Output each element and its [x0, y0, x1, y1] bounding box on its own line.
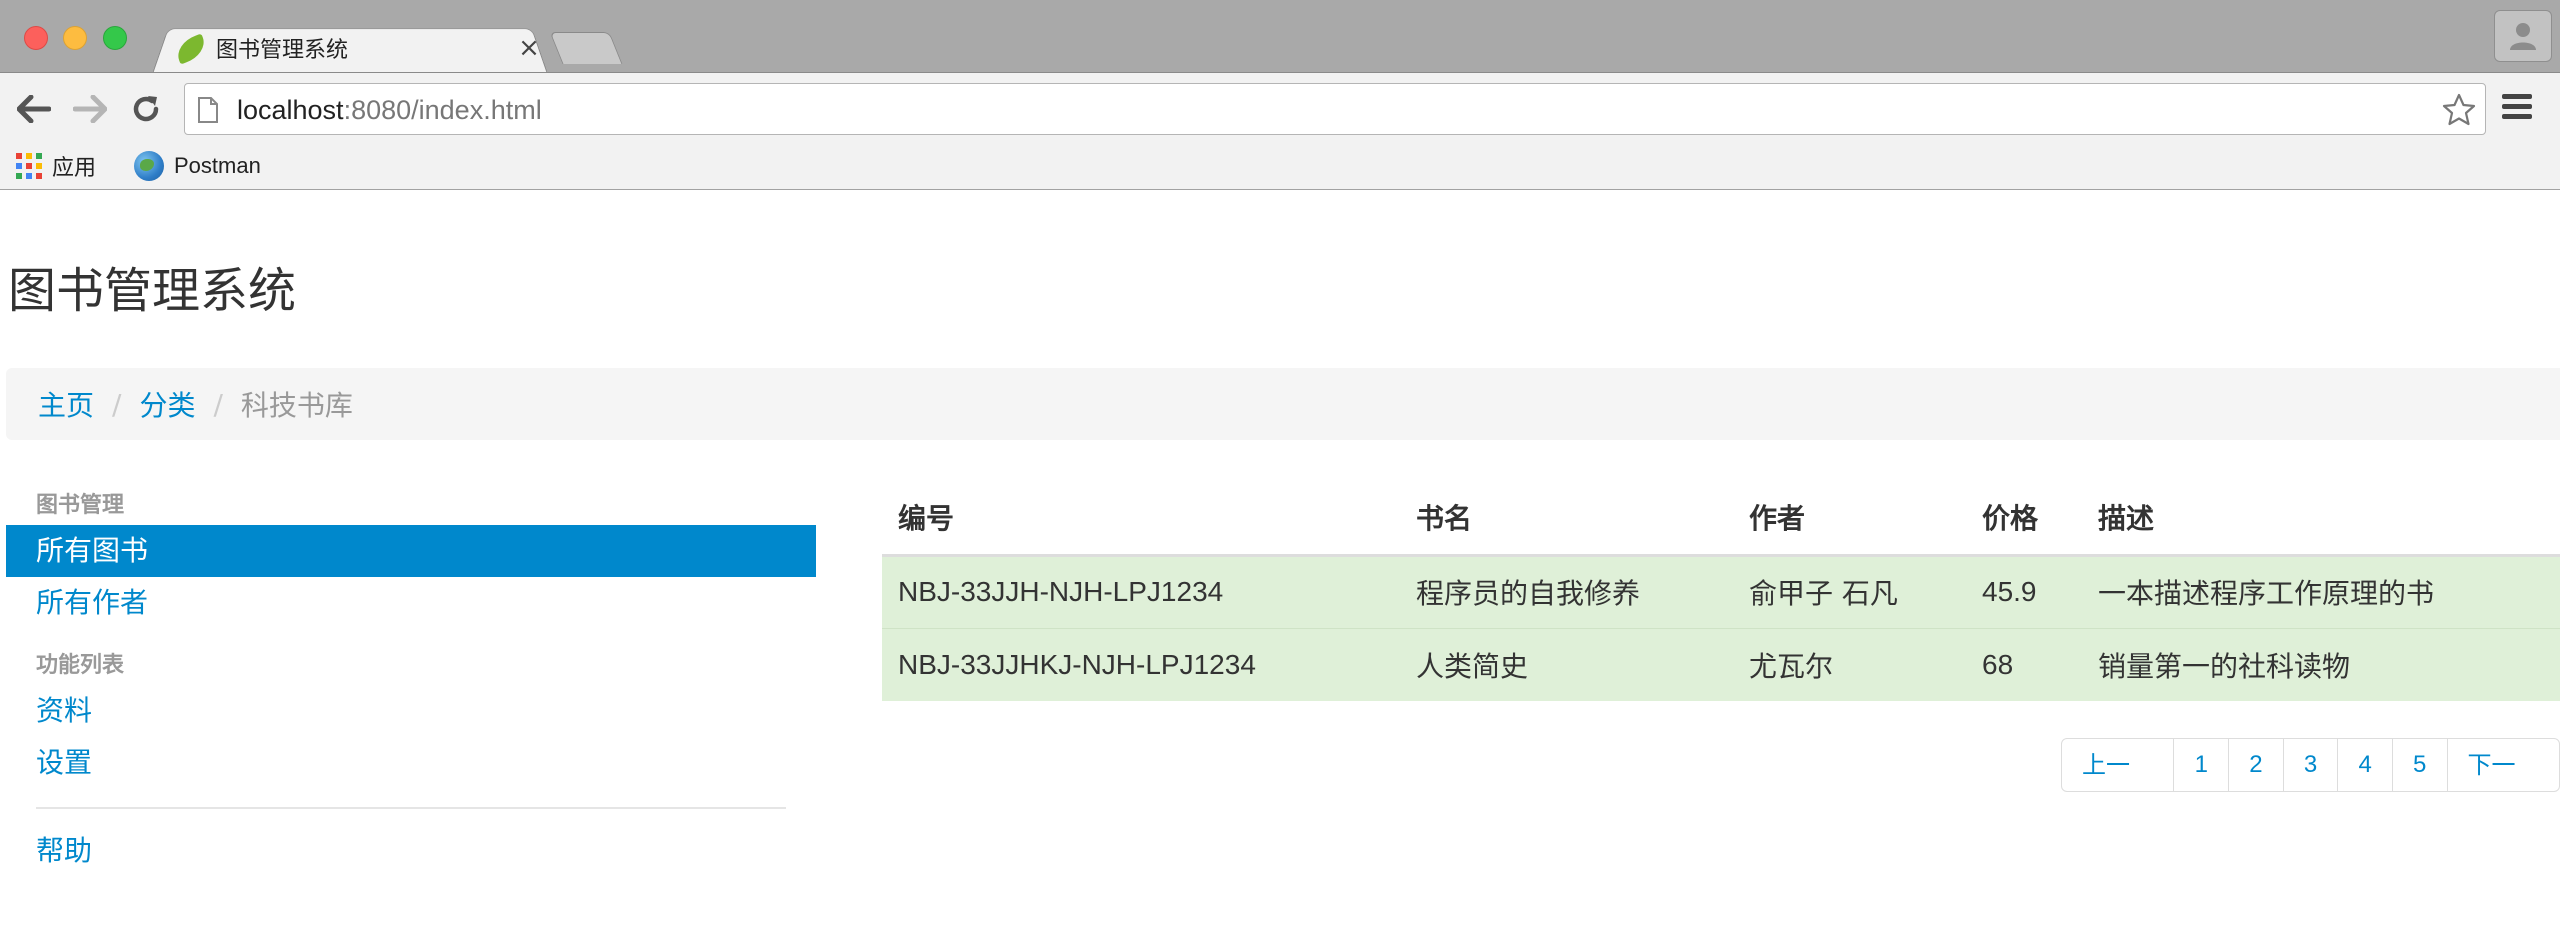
- books-table-container: 编号 书名 作者 价格 描述 NBJ-33JJH-NJH-LPJ1234 程序员…: [882, 481, 2560, 701]
- pagination-page-3[interactable]: 3: [2282, 739, 2338, 791]
- page-content: 图书管理系统 主页 / 分类 / 科技书库 图书管理 所有图书 所有作者 功能列…: [0, 191, 2560, 932]
- nav-divider: [36, 807, 786, 809]
- cell-desc: 一本描述程序工作原理的书: [2082, 554, 2560, 628]
- tab-close-icon[interactable]: ×: [514, 33, 544, 63]
- hamburger-menu-icon: [2502, 94, 2532, 119]
- sidebar-item-all-authors[interactable]: 所有作者: [6, 577, 816, 629]
- column-header-author: 作者: [1733, 481, 1966, 557]
- cell-name: 人类简史: [1400, 627, 1733, 701]
- breadcrumb-current: 科技书库: [240, 389, 353, 422]
- url-path: :8080/index.html: [343, 95, 542, 125]
- sidebar-nav: 图书管理 所有图书 所有作者 功能列表 资料 设置 帮助: [6, 487, 816, 877]
- arrow-left-icon: [17, 95, 51, 123]
- zoom-window-button[interactable]: [103, 26, 127, 50]
- reload-button[interactable]: [126, 89, 166, 129]
- table-row[interactable]: NBJ-33JJH-NJH-LPJ1234 程序员的自我修养 俞甲子 石凡 45…: [882, 554, 2560, 628]
- column-header-name: 书名: [1400, 481, 1733, 557]
- column-header-desc: 描述: [2082, 481, 2560, 557]
- page-icon: [198, 97, 218, 123]
- pagination-page-2[interactable]: 2: [2228, 739, 2283, 791]
- table-row[interactable]: NBJ-33JJHKJ-NJH-LPJ1234 人类简史 尤瓦尔 68 销量第一…: [882, 627, 2560, 701]
- pagination-page-5[interactable]: 5: [2391, 739, 2447, 791]
- sidebar-item-all-books[interactable]: 所有图书: [6, 525, 816, 577]
- sidebar-item-help[interactable]: 帮助: [6, 825, 816, 877]
- url-text[interactable]: localhost:8080/index.html: [237, 95, 542, 126]
- breadcrumb-separator: /: [213, 387, 223, 421]
- cell-price: 68: [1966, 627, 2082, 701]
- cell-code: NBJ-33JJH-NJH-LPJ1234: [882, 554, 1400, 628]
- person-icon: [2510, 23, 2536, 50]
- bookmark-label: 应用: [52, 155, 97, 180]
- browser-toolbar: localhost:8080/index.html: [0, 72, 2560, 142]
- minimize-window-button[interactable]: [63, 26, 87, 50]
- globe-icon: [134, 151, 164, 181]
- browser-menu-button[interactable]: [2500, 91, 2534, 127]
- bookmarks-bar: 应用 Postman: [0, 142, 2560, 190]
- pagination-page-4[interactable]: 4: [2337, 739, 2392, 791]
- pagination-prev-button[interactable]: 上一页: [2062, 739, 2173, 791]
- browser-tab-content[interactable]: 图书管理系统 ×: [173, 28, 544, 68]
- window-titlebar: 图书管理系统 ×: [0, 0, 2560, 74]
- breadcrumb-home-link[interactable]: 主页: [38, 384, 94, 424]
- url-host: localhost: [237, 95, 344, 125]
- nav-header-book-management: 图书管理: [36, 493, 125, 518]
- bookmark-label: Postman: [174, 153, 261, 178]
- close-window-button[interactable]: [24, 26, 48, 50]
- cell-author: 尤瓦尔: [1733, 627, 1966, 701]
- pagination: 上一页 1 2 3 4 5 下一页: [2061, 738, 2560, 792]
- pagination-next-button[interactable]: 下一页: [2446, 739, 2559, 791]
- pagination-page-1[interactable]: 1: [2173, 739, 2228, 791]
- address-bar[interactable]: localhost:8080/index.html: [184, 83, 2486, 135]
- bookmark-apps[interactable]: 应用: [16, 148, 96, 184]
- books-table: 编号 书名 作者 价格 描述 NBJ-33JJH-NJH-LPJ1234 程序员…: [882, 481, 2560, 701]
- spring-leaf-icon: [173, 33, 209, 65]
- apps-grid-icon: [16, 153, 42, 179]
- bookmark-postman[interactable]: Postman: [134, 148, 261, 184]
- cell-name: 程序员的自我修养: [1400, 554, 1733, 628]
- table-header-row: 编号 书名 作者 价格 描述: [882, 481, 2560, 557]
- arrow-right-icon: [73, 95, 107, 123]
- cell-code: NBJ-33JJHKJ-NJH-LPJ1234: [882, 627, 1400, 701]
- back-button[interactable]: [14, 89, 54, 129]
- cell-price: 45.9: [1966, 554, 2082, 628]
- page-title: 图书管理系统: [8, 263, 297, 319]
- cell-desc: 销量第一的社科读物: [2082, 627, 2560, 701]
- nav-header-features: 功能列表: [36, 653, 125, 678]
- breadcrumb: 主页 / 分类 / 科技书库: [6, 368, 2560, 440]
- profile-button[interactable]: [2494, 10, 2552, 62]
- sidebar-item-profile[interactable]: 资料: [6, 685, 816, 737]
- sidebar-item-settings[interactable]: 设置: [6, 737, 816, 789]
- column-header-price: 价格: [1966, 481, 2082, 557]
- breadcrumb-separator: /: [112, 387, 122, 421]
- new-tab-button[interactable]: [549, 32, 623, 64]
- cell-author: 俞甲子 石凡: [1733, 554, 1966, 628]
- star-icon[interactable]: [2441, 92, 2477, 128]
- breadcrumb-category-link[interactable]: 分类: [139, 384, 195, 424]
- forward-button[interactable]: [70, 89, 110, 129]
- reload-icon: [133, 96, 159, 122]
- tab-title: 图书管理系统: [216, 38, 349, 63]
- column-header-code: 编号: [882, 481, 1400, 557]
